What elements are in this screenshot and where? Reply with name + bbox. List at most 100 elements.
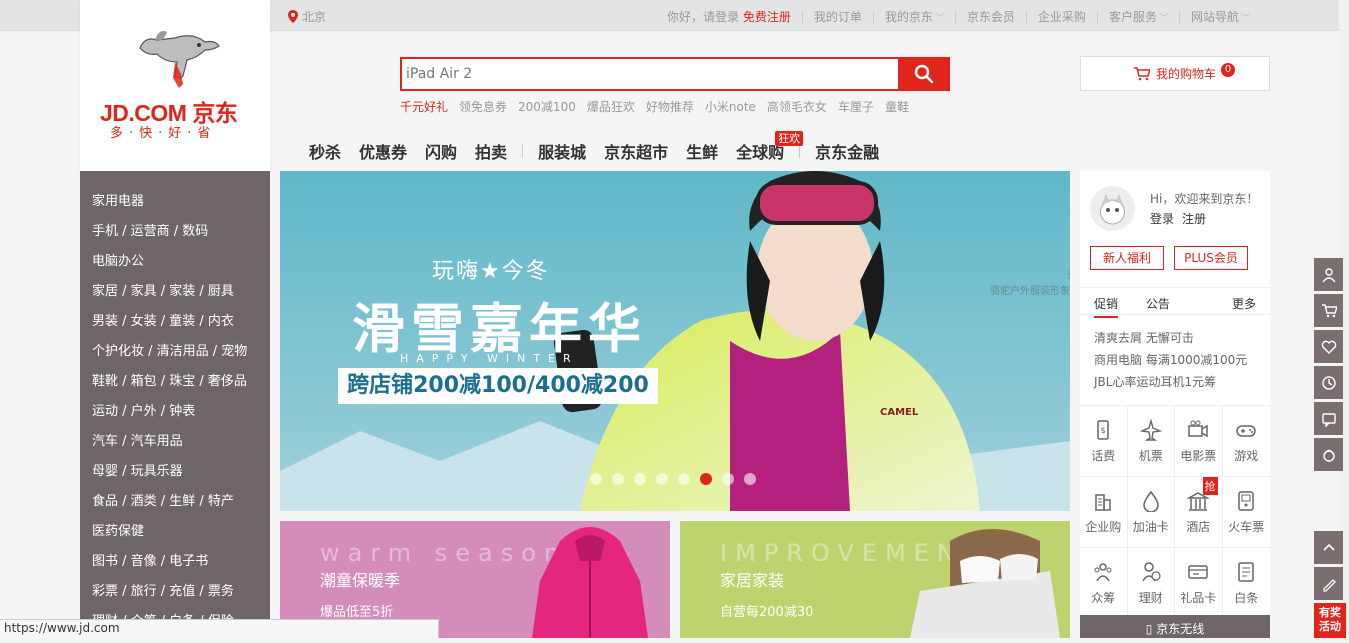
news-item[interactable]: 清爽去屑 无懈可击: [1094, 327, 1247, 349]
category-item[interactable]: 图书 / 音像 / 电子书: [80, 550, 270, 580]
category-item[interactable]: 家用电器: [80, 190, 270, 220]
service-ious[interactable]: 白条: [1222, 548, 1270, 619]
service-phone-bill[interactable]: $ 话费: [1080, 406, 1128, 477]
hot-word[interactable]: 小米note: [705, 98, 756, 115]
service-label: 白条: [1234, 590, 1259, 605]
category-item[interactable]: 家居 / 家具 / 家装 / 厨具: [80, 280, 270, 310]
side-tool-history[interactable]: [1314, 366, 1343, 399]
location-selector[interactable]: 北京: [288, 8, 326, 25]
nav-item-clothing[interactable]: 服装城: [529, 139, 595, 163]
service-hotel[interactable]: 酒店 抢: [1175, 477, 1223, 548]
news-item[interactable]: JBL心率运动耳机1元筹: [1094, 371, 1247, 393]
nav-item-global[interactable]: 全球购 狂欢: [727, 131, 804, 163]
service-gift-card[interactable]: 礼品卡: [1175, 548, 1223, 619]
carousel-dot[interactable]: [590, 473, 602, 485]
service-train-ticket[interactable]: 火车票: [1222, 477, 1270, 548]
cart-icon: [1133, 66, 1150, 80]
top-link-my-jd[interactable]: 我的京东 ﹀: [874, 8, 955, 25]
greeting-text[interactable]: 你好，请登录: [667, 10, 739, 24]
hot-word[interactable]: 童鞋: [885, 98, 909, 115]
nav-item-finance[interactable]: 京东金融: [806, 139, 888, 163]
award-activity-button[interactable]: 有奖活动: [1314, 603, 1346, 638]
top-link-service-label[interactable]: 客户服务: [1109, 10, 1157, 24]
carousel-dot[interactable]: [722, 473, 734, 485]
hot-word[interactable]: 200减100: [518, 98, 576, 115]
service-crowdfunding[interactable]: 众筹: [1080, 548, 1128, 619]
top-link-sitemap-label[interactable]: 网站导航: [1191, 10, 1239, 24]
cart-button[interactable]: 我的购物车 0: [1080, 56, 1270, 91]
hot-word[interactable]: 千元好礼: [400, 98, 448, 115]
service-fuel-drop[interactable]: 加油卡: [1127, 477, 1175, 548]
side-tool-user[interactable]: [1314, 258, 1343, 291]
register-link[interactable]: 注册: [1182, 210, 1206, 227]
register-link[interactable]: 免费注册: [743, 10, 791, 24]
user-avatar[interactable]: [1090, 186, 1135, 231]
nav-item-seckill[interactable]: 秒杀: [300, 139, 350, 163]
nav-item-fresh[interactable]: 生鲜: [677, 139, 727, 163]
service-finance[interactable]: 理财: [1127, 548, 1175, 619]
category-item[interactable]: 鞋靴 / 箱包 / 珠宝 / 奢侈品: [80, 370, 270, 400]
hot-word[interactable]: 好物推荐: [646, 98, 694, 115]
hero-banner[interactable]: 玩嗨★今冬 滑雪嘉年华 HAPPY WINTER 跨店铺200减100/400减…: [280, 171, 1070, 511]
category-item[interactable]: 汽车 / 汽车用品: [80, 430, 270, 460]
mobile-app-bar[interactable]: ▯ 京东无线: [1080, 615, 1270, 638]
hot-word[interactable]: 车厘子: [838, 98, 874, 115]
top-link-orders[interactable]: 我的订单: [803, 8, 873, 25]
service-label: 酒店: [1186, 519, 1211, 534]
movie-camera-icon: [1188, 420, 1208, 437]
news-item[interactable]: 商用电脑 每满1000减100元: [1094, 349, 1247, 371]
top-link-sitemap[interactable]: 网站导航 ﹀: [1180, 8, 1261, 25]
history-icon: [1321, 375, 1336, 390]
service-movie-camera[interactable]: 电影票: [1175, 406, 1223, 477]
service-gamepad[interactable]: 游戏: [1222, 406, 1270, 477]
side-tool-service[interactable]: [1314, 438, 1343, 471]
nav-item-coupons[interactable]: 优惠券: [350, 139, 416, 163]
search-input[interactable]: [402, 59, 898, 89]
carousel-dot[interactable]: [678, 473, 690, 485]
side-tool-message[interactable]: [1314, 402, 1343, 435]
plus-member-button[interactable]: PLUS会员: [1174, 246, 1248, 270]
login-link[interactable]: 登录: [1150, 210, 1174, 227]
top-link-service[interactable]: 客户服务 ﹀: [1098, 8, 1179, 25]
side-tool-feedback[interactable]: [1314, 567, 1343, 600]
category-item[interactable]: 手机 / 运营商 / 数码: [80, 220, 270, 250]
cart-label: 我的购物车: [1155, 67, 1216, 81]
category-item[interactable]: 男装 / 女装 / 童装 / 内衣: [80, 310, 270, 340]
nav-item-flash[interactable]: 闪购: [416, 139, 466, 163]
hot-word[interactable]: 爆品狂欢: [587, 98, 635, 115]
nav-item-supermarket[interactable]: 京东超市: [595, 139, 677, 163]
carousel-dot[interactable]: [634, 473, 646, 485]
category-item[interactable]: 彩票 / 旅行 / 充值 / 票务: [80, 580, 270, 610]
top-link-my-jd-label[interactable]: 我的京东: [885, 10, 933, 24]
category-item[interactable]: 运动 / 户外 / 钟表: [80, 400, 270, 430]
side-tool-top-arrow[interactable]: [1314, 531, 1343, 564]
carousel-dot[interactable]: [612, 473, 624, 485]
category-item[interactable]: 母婴 / 玩具乐器: [80, 460, 270, 490]
category-item[interactable]: 医药保健: [80, 520, 270, 550]
service-building[interactable]: 企业购: [1080, 477, 1128, 548]
tab-announcements[interactable]: 公告: [1146, 295, 1170, 312]
nav-item-auction[interactable]: 拍卖: [466, 139, 516, 163]
carousel-dot[interactable]: [744, 473, 756, 485]
login-link[interactable]: 你好，请登录 免费注册: [656, 8, 802, 25]
hot-word[interactable]: 领免息券: [459, 98, 507, 115]
top-link-member[interactable]: 京东会员: [956, 8, 1026, 25]
services-grid: $ 话费 机票 电影票 游戏企业购 加油卡 酒店 抢火车票众筹 理财 礼品卡 白条: [1080, 405, 1270, 619]
side-tool-heart[interactable]: [1314, 330, 1343, 363]
category-item[interactable]: 个护化妆 / 清洁用品 / 宠物: [80, 340, 270, 370]
top-link-enterprise[interactable]: 企业采购: [1027, 8, 1097, 25]
divider: [522, 144, 524, 158]
carousel-dot[interactable]: [656, 473, 668, 485]
tab-promotions[interactable]: 促销: [1094, 295, 1119, 318]
service-plane[interactable]: 机票: [1127, 406, 1175, 477]
new-user-benefits-button[interactable]: 新人福利: [1090, 246, 1164, 270]
hot-word[interactable]: 高领毛衣女: [767, 98, 827, 115]
tab-more[interactable]: 更多: [1232, 295, 1256, 312]
jd-logo[interactable]: JD.COM 京东 多·快·好·省: [80, 0, 270, 171]
side-tool-cart[interactable]: [1314, 294, 1343, 327]
search-button[interactable]: [898, 57, 950, 91]
category-item[interactable]: 食品 / 酒类 / 生鲜 / 特产: [80, 490, 270, 520]
carousel-dot[interactable]: [700, 473, 712, 485]
promo-home-furnishing[interactable]: IMPROVEMENT 家居家装 自营每200减30: [680, 521, 1070, 638]
category-item[interactable]: 电脑办公: [80, 250, 270, 280]
